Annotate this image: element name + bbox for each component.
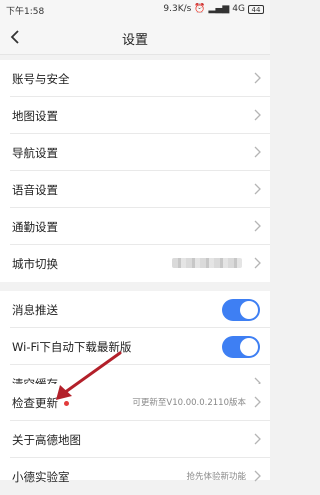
setting-lab[interactable]: 小德实验室 抢先体验新功能: [0, 458, 270, 495]
navigation-bar: 设置: [0, 20, 270, 55]
page-title: 设置: [121, 33, 148, 48]
update-available-text: 可更新至V10.00.0.2110版本: [132, 398, 246, 408]
update-badge-dot: [64, 401, 69, 406]
settings-group-account: 账号与安全 地图设置 导航设置 语音设置 通勤设置 城市切换: [0, 60, 270, 282]
setting-check-update[interactable]: 检查更新 可更新至V10.00.0.2110版本: [0, 384, 270, 421]
chevron-right-icon: [254, 146, 261, 158]
chevron-right-icon: [254, 257, 261, 269]
network-type: 4G: [232, 4, 245, 14]
setting-wifi-auto-download: Wi-Fi下自动下载最新版: [0, 328, 270, 365]
network-speed: 9.3K/s: [163, 4, 192, 14]
battery-icon: 44: [248, 4, 264, 14]
status-bar: 下午1:58 9.3K/s ⏰ ▂▄▆ 4G 44: [0, 0, 270, 20]
setting-label: 语音设置: [12, 183, 58, 197]
setting-label: 通勤设置: [12, 220, 58, 234]
chevron-right-icon: [254, 109, 261, 121]
chevron-right-icon: [254, 72, 261, 84]
status-indicators: 9.3K/s ⏰ ▂▄▆ 4G 44: [163, 4, 264, 14]
chevron-right-icon: [254, 220, 261, 232]
setting-label: 导航设置: [12, 146, 58, 160]
setting-label: 检查更新: [12, 396, 58, 410]
setting-map[interactable]: 地图设置: [0, 97, 270, 134]
setting-navigation[interactable]: 导航设置: [0, 134, 270, 171]
chevron-right-icon: [254, 396, 261, 408]
push-notifications-toggle[interactable]: [222, 299, 260, 321]
setting-label: 关于高德地图: [12, 433, 81, 447]
setting-commute[interactable]: 通勤设置: [0, 208, 270, 245]
chevron-right-icon: [254, 470, 261, 482]
chevron-right-icon: [254, 433, 261, 445]
settings-group-about: 检查更新 可更新至V10.00.0.2110版本 关于高德地图 小德实验室 抢先…: [0, 384, 270, 484]
lab-subtitle: 抢先体验新功能: [186, 472, 246, 482]
alarm-icon: ⏰: [194, 4, 206, 14]
setting-label: 地图设置: [12, 109, 58, 123]
setting-label: 城市切换: [12, 257, 58, 271]
toggle-knob: [240, 338, 258, 356]
toggle-knob: [240, 301, 258, 319]
setting-label: 账号与安全: [12, 72, 70, 86]
setting-label: 消息推送: [12, 303, 58, 317]
setting-label: Wi-Fi下自动下载最新版: [12, 340, 132, 354]
setting-account-security[interactable]: 账号与安全: [0, 60, 270, 97]
setting-label: 小德实验室: [12, 470, 70, 484]
chevron-right-icon: [254, 183, 261, 195]
setting-about-amap[interactable]: 关于高德地图: [0, 421, 270, 458]
signal-icon: ▂▄▆: [208, 4, 230, 14]
setting-city-switch[interactable]: 城市切换: [0, 245, 270, 282]
blurred-city-value: [172, 258, 242, 268]
wifi-auto-download-toggle[interactable]: [222, 336, 260, 358]
setting-voice[interactable]: 语音设置: [0, 171, 270, 208]
status-time: 下午1:58: [6, 7, 45, 17]
setting-push-notifications: 消息推送: [0, 291, 270, 328]
